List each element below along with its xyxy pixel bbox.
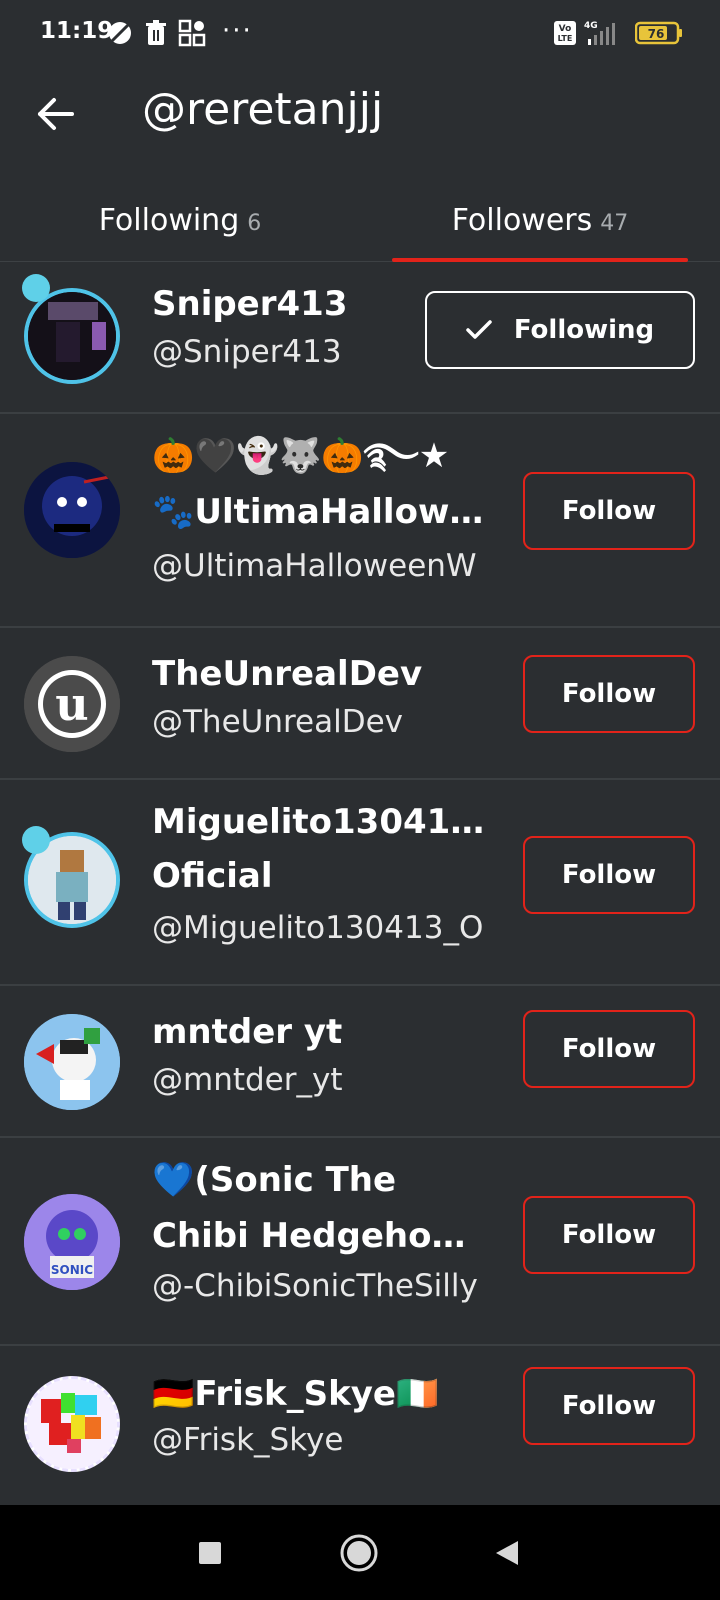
tab-following[interactable]: Following 6 <box>30 178 330 262</box>
recents-square-icon[interactable] <box>190 1533 230 1573</box>
signal-icon: 4G <box>584 18 618 48</box>
display-name-line1: Miguelito130413_ <box>152 802 488 842</box>
username: @Frisk_Skye <box>152 1422 344 1458</box>
display-name: 🇩🇪Frisk_Skye🇮🇪 <box>152 1374 439 1414</box>
grid-icon <box>178 18 206 48</box>
no-sim-icon <box>107 18 133 48</box>
tab-followers[interactable]: Followers 47 <box>390 178 690 262</box>
list-item[interactable]: mntder yt @mntder_yt Follow <box>0 986 720 1138</box>
avatar[interactable]: u <box>24 656 120 752</box>
trash-icon <box>145 18 167 48</box>
list-item[interactable]: u TheUnrealDev @TheUnrealDev Follow <box>0 628 720 780</box>
display-name-line1: 💙(Sonic The <box>152 1160 397 1200</box>
display-name: TheUnrealDev <box>152 654 423 694</box>
back-arrow-icon[interactable] <box>30 88 82 140</box>
username: @UltimaHalloweenW <box>152 548 477 584</box>
badge-icon <box>22 826 50 854</box>
svg-text:SONIC: SONIC <box>51 1263 93 1277</box>
battery-icon: 76 <box>635 18 683 48</box>
avatar[interactable]: SONIC <box>24 1194 120 1290</box>
display-name-line1: 🎃🖤👻🐺🎃࿐★ <box>152 436 450 476</box>
avatar[interactable] <box>24 1376 120 1472</box>
back-triangle-icon[interactable] <box>487 1533 527 1573</box>
svg-text:u: u <box>55 677 88 731</box>
display-name-line2: Chibi Hedgehog … <box>152 1216 488 1256</box>
checkmark-icon <box>466 320 492 340</box>
follow-button[interactable]: Follow <box>523 1196 695 1274</box>
more-dots-icon: ··· <box>222 16 253 46</box>
follow-button[interactable]: Follow <box>523 1367 695 1445</box>
svg-text:LTE: LTE <box>558 34 573 43</box>
avatar[interactable] <box>24 288 120 384</box>
avatar[interactable] <box>24 1014 120 1110</box>
status-time: 11:19 <box>40 18 114 44</box>
follow-button[interactable]: Follow <box>523 472 695 550</box>
battery-level: 76 <box>648 27 665 41</box>
list-item[interactable]: Miguelito130413_ Oficial @Miguelito13041… <box>0 780 720 986</box>
tab-label: Following <box>98 202 240 238</box>
following-button[interactable]: Following <box>425 291 695 369</box>
list-item[interactable]: 🇩🇪Frisk_Skye🇮🇪 @Frisk_Skye Follow <box>0 1346 720 1506</box>
list-item[interactable]: SONIC 💙(Sonic The Chibi Hedgehog … @-Chi… <box>0 1138 720 1346</box>
svg-text:Vo: Vo <box>559 24 572 34</box>
list-item[interactable]: 🎃🖤👻🐺🎃࿐★ 🐾UltimaHallow… @UltimaHalloweenW… <box>0 414 720 628</box>
follow-button[interactable]: Follow <box>523 836 695 914</box>
status-bar: 11:19 ··· Vo LTE 4G 76 <box>0 0 720 70</box>
tab-count: 47 <box>600 210 629 236</box>
avatar[interactable] <box>24 462 120 558</box>
following-label: Following <box>513 315 655 345</box>
list-item[interactable]: Sniper413 @Sniper413 Following <box>0 262 720 414</box>
system-nav-bar <box>0 1505 720 1600</box>
badge-icon <box>22 274 50 302</box>
follow-button[interactable]: Follow <box>523 1010 695 1088</box>
tab-bar: Following 6 Followers 47 <box>0 178 720 262</box>
tab-label: Followers <box>451 202 593 238</box>
follow-button[interactable]: Follow <box>523 655 695 733</box>
home-circle-icon[interactable] <box>339 1533 379 1573</box>
page-title: @reretanjjj <box>142 84 384 135</box>
username: @TheUnrealDev <box>152 704 404 740</box>
volte-icon: Vo LTE <box>553 18 577 48</box>
network-label: 4G <box>584 21 598 31</box>
display-name: mntder yt <box>152 1012 343 1052</box>
header: @reretanjjj <box>0 70 720 190</box>
username: @mntder_yt <box>152 1062 343 1098</box>
display-name-line2: Oficial <box>152 856 273 896</box>
tab-count: 6 <box>247 210 262 236</box>
username: @Miguelito130413_O <box>152 910 484 946</box>
username: @-ChibiSonicTheSilly <box>152 1268 478 1304</box>
display-name-line2: 🐾UltimaHallow… <box>152 492 484 532</box>
